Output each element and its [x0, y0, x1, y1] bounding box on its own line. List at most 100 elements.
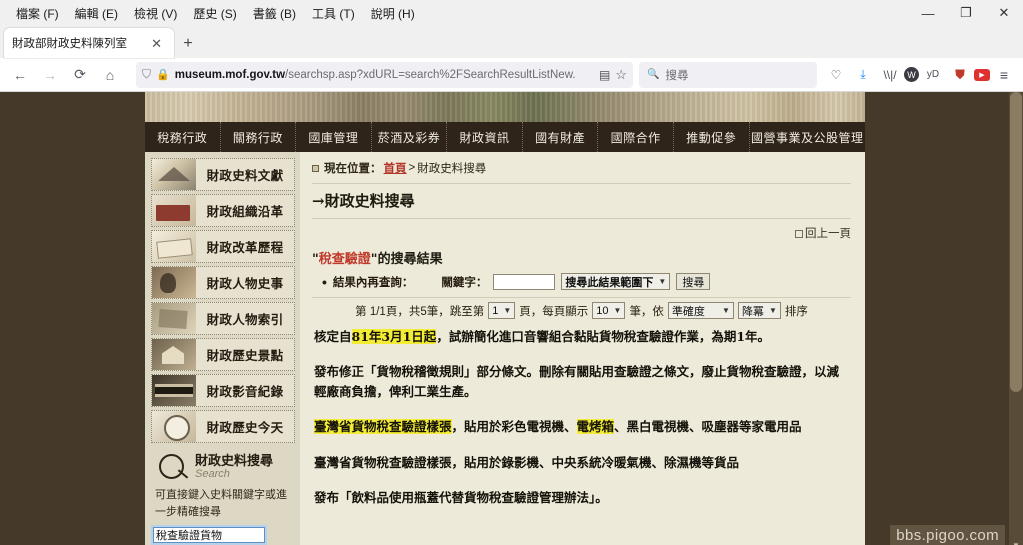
bullet-square-icon	[312, 164, 319, 172]
youtube-icon[interactable]: ▶	[974, 68, 990, 81]
breadcrumb-separator: >	[408, 162, 416, 174]
lock-icon[interactable]: 🔒	[156, 68, 170, 81]
maximize-button[interactable]: ❐	[947, 0, 985, 26]
close-button[interactable]: ✕	[985, 0, 1023, 26]
reload-button[interactable]: ⟳	[66, 61, 94, 89]
search-result-item[interactable]: 發布「飲料品使用瓶蓋代替貨物稅查驗證管理辦法」。	[314, 488, 849, 507]
result-text: 、黑白電視機、吸塵器等家電用品	[614, 419, 802, 435]
sidebar-search-input[interactable]	[151, 525, 267, 545]
refine-search-button[interactable]: 搜尋	[676, 273, 711, 290]
sidebar-item-documents[interactable]: 財政史料文獻	[151, 158, 295, 191]
tab-close-icon[interactable]: ✕	[147, 37, 166, 50]
forward-button[interactable]: →	[36, 61, 64, 89]
back-button[interactable]: ←	[6, 61, 34, 89]
scrollbar-thumb[interactable]	[1010, 92, 1022, 392]
yd-extension-icon[interactable]: yD	[920, 62, 946, 88]
sidebar-item-today-in-history[interactable]: 財政歷史今天	[151, 410, 295, 443]
sidebar-item-label: 財政改革歷程	[206, 240, 284, 255]
adblock-icon[interactable]: ⛊	[947, 62, 973, 88]
sidebar-item-media[interactable]: 財政影音紀錄	[151, 374, 295, 407]
menu-view[interactable]: 檢視 (V)	[126, 2, 185, 25]
minimize-button[interactable]: —	[909, 0, 947, 26]
result-text: 臺灣省貨物稅查驗證樣張，貼用於錄影機、中央系統冷暖氣機、除濕機等貨品	[314, 454, 740, 470]
menu-bookmarks[interactable]: 書籤 (B)	[245, 2, 304, 25]
search-subtitle: Search	[195, 468, 230, 481]
divider	[312, 183, 851, 184]
nav-item-ppp[interactable]: 推動促參	[674, 122, 750, 152]
search-heading: 財政史料搜尋 Search	[153, 451, 293, 485]
download-icon[interactable]: ⤓	[850, 62, 876, 88]
sidebar-item-historic-sites[interactable]: 財政歷史景點	[151, 338, 295, 371]
divider	[312, 218, 851, 219]
menu-edit[interactable]: 編輯 (E)	[67, 2, 126, 25]
divider	[312, 297, 851, 298]
refine-search-row: • 結果內再查詢： 關鍵字： 搜尋此結果範圍下 ▼ 搜尋	[312, 273, 851, 290]
url-bar[interactable]: ⛉ 🔒 museum.mof.gov.tw/searchsp.asp?xdURL…	[136, 61, 633, 88]
breadcrumb: 現在位置： 首頁 > 財政史料搜尋	[312, 160, 851, 176]
bookmark-icon[interactable]: ☆	[615, 67, 627, 83]
sort-direction-value: 降冪	[741, 305, 764, 318]
search-result-item[interactable]: 發布修正「貨物稅稽徵規則」部分條文。刪除有關貼用查驗證之條文，廢止貨物稅查驗證，…	[314, 362, 849, 401]
shield-icon[interactable]: ⛉	[142, 67, 151, 82]
w-extension-icon[interactable]: W	[904, 67, 919, 82]
refine-scope-value: 搜尋此結果範圍下	[565, 276, 654, 289]
sort-by-select[interactable]: 準確度 ▼	[667, 302, 734, 319]
window-controls: — ❐ ✕	[909, 0, 1023, 26]
refine-scope-select[interactable]: 搜尋此結果範圍下 ▼	[561, 273, 671, 290]
page-number-select[interactable]: 1 ▼	[488, 302, 516, 319]
sidebar-item-reform[interactable]: 財政改革歷程	[151, 230, 295, 263]
per-page-select[interactable]: 10 ▼	[592, 302, 626, 319]
chevron-down-icon: ▼	[503, 306, 512, 315]
library-icon[interactable]: \\|/	[877, 62, 903, 88]
scroll-down-arrow-icon[interactable]: ▼	[1009, 538, 1023, 545]
refine-keyword-input[interactable]	[493, 273, 556, 290]
nav-item-customs[interactable]: 關務行政	[221, 122, 297, 152]
site-banner-image	[145, 92, 865, 122]
highlighted-text: 電烤箱	[576, 419, 615, 435]
chevron-down-icon: ▼	[658, 277, 667, 286]
browser-menubar: 檔案 (F) 編輯 (E) 檢視 (V) 歷史 (S) 書籤 (B) 工具 (T…	[0, 0, 1023, 26]
nav-item-national-property[interactable]: 國有財產	[523, 122, 599, 152]
reader-mode-icon[interactable]: ▤	[599, 68, 610, 82]
nav-item-treasury[interactable]: 國庫管理	[296, 122, 372, 152]
browser-tab[interactable]: 財政部財政史料陳列室 ✕	[4, 28, 174, 58]
sidebar-item-label: 財政史料文獻	[206, 168, 284, 183]
breadcrumb-current: 財政史料搜尋	[417, 163, 487, 175]
page-viewport: 稅務行政 關務行政 國庫管理 菸酒及彩券 財政資訊 國有財產 國際合作 推動促參…	[0, 92, 1023, 545]
site-body: 財政史料文獻 財政組織沿革 財政改革歷程 財政人物史事 財政人物索引 財政歷史景…	[145, 152, 865, 545]
nav-item-tax[interactable]: 稅務行政	[145, 122, 221, 152]
search-result-heading: "稅查驗證"的搜尋結果	[312, 248, 851, 267]
sidebar-search-block: 財政史料搜尋 Search 可直接鍵入史料關鍵字或進一步精確搜尋 搜尋 進階搜尋	[151, 451, 295, 545]
new-tab-button[interactable]: +	[174, 30, 202, 58]
papers-icon	[152, 231, 196, 262]
browser-search-bar[interactable]: 🔍 搜尋	[639, 61, 817, 88]
per-page-value: 10	[596, 304, 609, 317]
menu-file[interactable]: 檔案 (F)	[8, 2, 67, 25]
search-icon: 🔍	[647, 69, 660, 80]
watermark: bbs.pigoo.com	[890, 525, 1005, 545]
refine-label: 結果內再查詢：	[332, 276, 414, 289]
page-info-text: 第 1/1頁，共5筆，跳至第	[355, 305, 485, 318]
sidebar-item-people-index[interactable]: 財政人物索引	[151, 302, 295, 335]
app-menu-icon[interactable]: ≡	[991, 62, 1017, 88]
search-result-item[interactable]: 臺灣省貨物稅查驗證樣張，貼用於錄影機、中央系統冷暖氣機、除濕機等貨品	[314, 453, 849, 472]
sidebar-item-people-history[interactable]: 財政人物史事	[151, 266, 295, 299]
breadcrumb-home-link[interactable]: 首頁	[384, 160, 407, 176]
site-container: 稅務行政 關務行政 國庫管理 菸酒及彩券 財政資訊 國有財產 國際合作 推動促參…	[145, 92, 865, 545]
home-button[interactable]: ⌂	[96, 61, 124, 89]
search-result-item[interactable]: 核定自81年3月1日起，試辦簡化進口音響組合黏貼貨物稅查驗證作業，為期1年。	[314, 327, 849, 346]
nav-item-finance-info[interactable]: 財政資訊	[447, 122, 523, 152]
menu-tools[interactable]: 工具 (T)	[304, 2, 363, 25]
pocket-icon[interactable]: ♡	[823, 62, 849, 88]
menu-help[interactable]: 說明 (H)	[363, 2, 423, 25]
back-to-previous-link[interactable]: 回上一頁	[312, 225, 851, 241]
nav-item-state-enterprise[interactable]: 國營事業及公股管理	[750, 122, 866, 152]
search-result-item[interactable]: 臺灣省貨物稅查驗證樣張，貼用於彩色電視機、電烤箱、黑白電視機、吸塵器等家電用品	[314, 417, 849, 436]
sidebar-item-organization[interactable]: 財政組織沿革	[151, 194, 295, 227]
nav-item-tobacco[interactable]: 菸酒及彩券	[372, 122, 448, 152]
nav-item-international[interactable]: 國際合作	[598, 122, 674, 152]
sidebar-item-label: 財政影音紀錄	[206, 384, 284, 399]
page-scrollbar[interactable]: ▼	[1009, 92, 1023, 545]
menu-history[interactable]: 歷史 (S)	[185, 2, 244, 25]
sort-direction-select[interactable]: 降冪 ▼	[737, 302, 781, 319]
